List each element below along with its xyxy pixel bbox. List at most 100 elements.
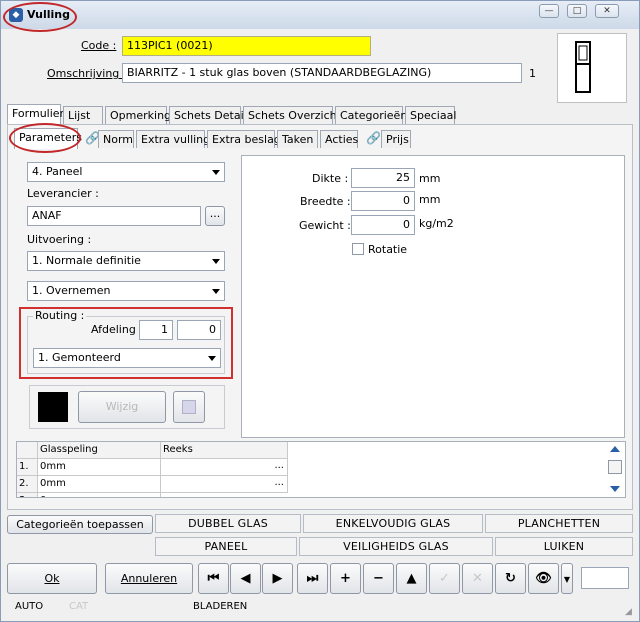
grid-cell-reeks[interactable]: ... [161,459,288,476]
afdeling-label: Afdeling : [91,323,144,336]
cancel-record-button[interactable]: ✕ [462,563,493,594]
confirm-record-button[interactable]: ✓ [429,563,460,594]
last-record-button[interactable]: ⏭ [297,563,328,594]
type-select[interactable]: 4. Paneel [27,162,225,182]
goto-record-field[interactable] [581,567,629,589]
omschrijving-label: Omschrijving : [47,67,127,80]
gewicht-label: Gewicht : [299,219,351,232]
code-field[interactable]: 113PIC1 (0021) [122,36,371,56]
minimize-button[interactable]: — [539,4,559,18]
ok-button[interactable]: Ok [7,563,97,594]
cross-icon: ✕ [472,571,483,586]
dikte-label: Dikte : [312,172,349,185]
routing-select[interactable]: 1. Gemonteerd [33,348,221,368]
tab-taken[interactable]: Taken [277,130,318,148]
grid-cell-glasspeling[interactable]: 0mm [38,459,161,476]
routing-select-value: 1. Gemonteerd [38,351,121,364]
routing-label: Routing : [33,309,87,322]
omschrijving-field[interactable]: BIARRITZ - 1 stuk glas boven (STANDAARDB… [122,63,522,83]
plus-icon: + [340,571,351,586]
grid-corner [17,442,38,459]
category-paneel[interactable]: PANEEL [155,537,297,556]
tab-schets-detail[interactable]: Schets Detail [169,106,247,124]
title-highlight-circle [3,2,77,32]
category-planchetten[interactable]: PLANCHETTEN [485,514,633,533]
grid-scrollbar[interactable] [607,444,623,496]
status-bladeren: BLADEREN [193,601,248,612]
first-icon: ⏮ [207,571,220,586]
breedte-unit: mm [419,193,441,206]
refresh-button[interactable]: ↻ [495,563,526,594]
tab-categorieen[interactable]: Categorieën [335,106,407,124]
gewicht-unit: kg/m2 [419,217,454,230]
color-picker-button[interactable] [173,391,205,423]
search-dropdown-button[interactable]: ▼ [561,563,573,594]
resize-grip-icon[interactable]: ◢ [625,607,632,617]
tab-acties[interactable]: Acties [320,130,358,148]
leverancier-browse-button[interactable]: ... [205,206,225,226]
add-record-button[interactable]: + [330,563,361,594]
chevron-down-icon [212,259,220,264]
wijzig-button[interactable]: Wijzig [78,391,166,423]
dikte-field[interactable]: 25 [351,168,415,188]
leverancier-field[interactable]: ANAF [27,206,201,226]
status-cat: CAT [69,601,89,612]
previous-record-button[interactable]: ◀ [230,563,261,594]
category-luiken[interactable]: LUIKEN [495,537,633,556]
uitvoering-select[interactable]: 1. Normale definitie [27,251,225,271]
triangle-up-icon: ▲ [406,571,417,586]
tab-speciaal[interactable]: Speciaal [405,106,456,124]
last-icon: ⏭ [306,571,319,586]
chevron-down-icon [212,289,220,294]
chevron-down-icon [212,170,220,175]
tab-extra-beslag[interactable]: Extra beslag [207,130,281,148]
category-veiligheids-glas[interactable]: VEILIGHEIDS GLAS [299,537,493,556]
afdeling-field-1[interactable]: 1 [139,320,173,340]
tab-schets-overzicht[interactable]: Schets Overzicht [243,106,341,124]
maximize-button[interactable]: □ [567,4,587,18]
search-button[interactable]: 👁 [528,563,559,594]
grid-header-reeks[interactable]: Reeks [161,442,288,459]
minus-icon: − [373,571,384,586]
type-select-value: 4. Paneel [32,165,83,178]
annuleren-button[interactable]: Annuleren [105,563,193,594]
delete-record-button[interactable]: − [363,563,394,594]
categorieen-toepassen-button[interactable]: Categorieën toepassen [7,515,153,534]
uitvoering-select-value: 1. Normale definitie [32,254,141,267]
color-swatch[interactable] [38,392,68,422]
leverancier-label: Leverancier : [27,187,99,200]
main-window: ◆ Vulling — □ ✕ Code : 113PIC1 (0021) Om… [0,0,640,622]
preview-box [557,33,627,103]
window-sketch-icon [575,41,591,93]
grid-ellipsis-button[interactable]: ... [274,476,284,490]
grid-ellipsis-button[interactable]: ... [274,459,284,473]
grid-cell-glasspeling[interactable]: 0mm [38,476,161,493]
tab-prijs[interactable]: Prijs [381,130,411,148]
category-enkelvoudig-glas[interactable]: ENKELVOUDIG GLAS [303,514,483,533]
grid-cell-glasspeling[interactable]: 0 [38,493,161,497]
grid-row-number: 1. [17,459,38,476]
tab-norm[interactable]: Norm [98,130,134,148]
previous-icon: ◀ [240,571,251,586]
scroll-down-icon[interactable] [610,486,620,492]
next-record-button[interactable]: ▶ [262,563,293,594]
tab-lijst[interactable]: Lijst [63,106,103,124]
tab-opmerking[interactable]: Opmerking [105,106,171,124]
gewicht-field[interactable]: 0 [351,215,415,235]
edit-record-button[interactable]: ▲ [396,563,427,594]
breedte-field[interactable]: 0 [351,191,415,211]
parameters-highlight-circle [9,123,81,153]
uitvoering-label: Uitvoering : [27,233,92,246]
scroll-thumb[interactable] [608,460,622,474]
grid-header-glasspeling[interactable]: Glasspeling [38,442,161,459]
rotatie-checkbox[interactable] [352,243,364,255]
tab-formulier[interactable]: Formulier [7,104,64,125]
first-record-button[interactable]: ⏮ [198,563,229,594]
category-dubbel-glas[interactable]: DUBBEL GLAS [155,514,301,533]
grid-cell-reeks[interactable]: ... [161,476,288,493]
close-button[interactable]: ✕ [595,4,619,18]
overnemen-select[interactable]: 1. Overnemen [27,281,225,301]
afdeling-field-2[interactable]: 0 [177,320,221,340]
tab-extra-vulling[interactable]: Extra vulling [136,130,210,148]
scroll-up-icon[interactable] [610,446,620,452]
